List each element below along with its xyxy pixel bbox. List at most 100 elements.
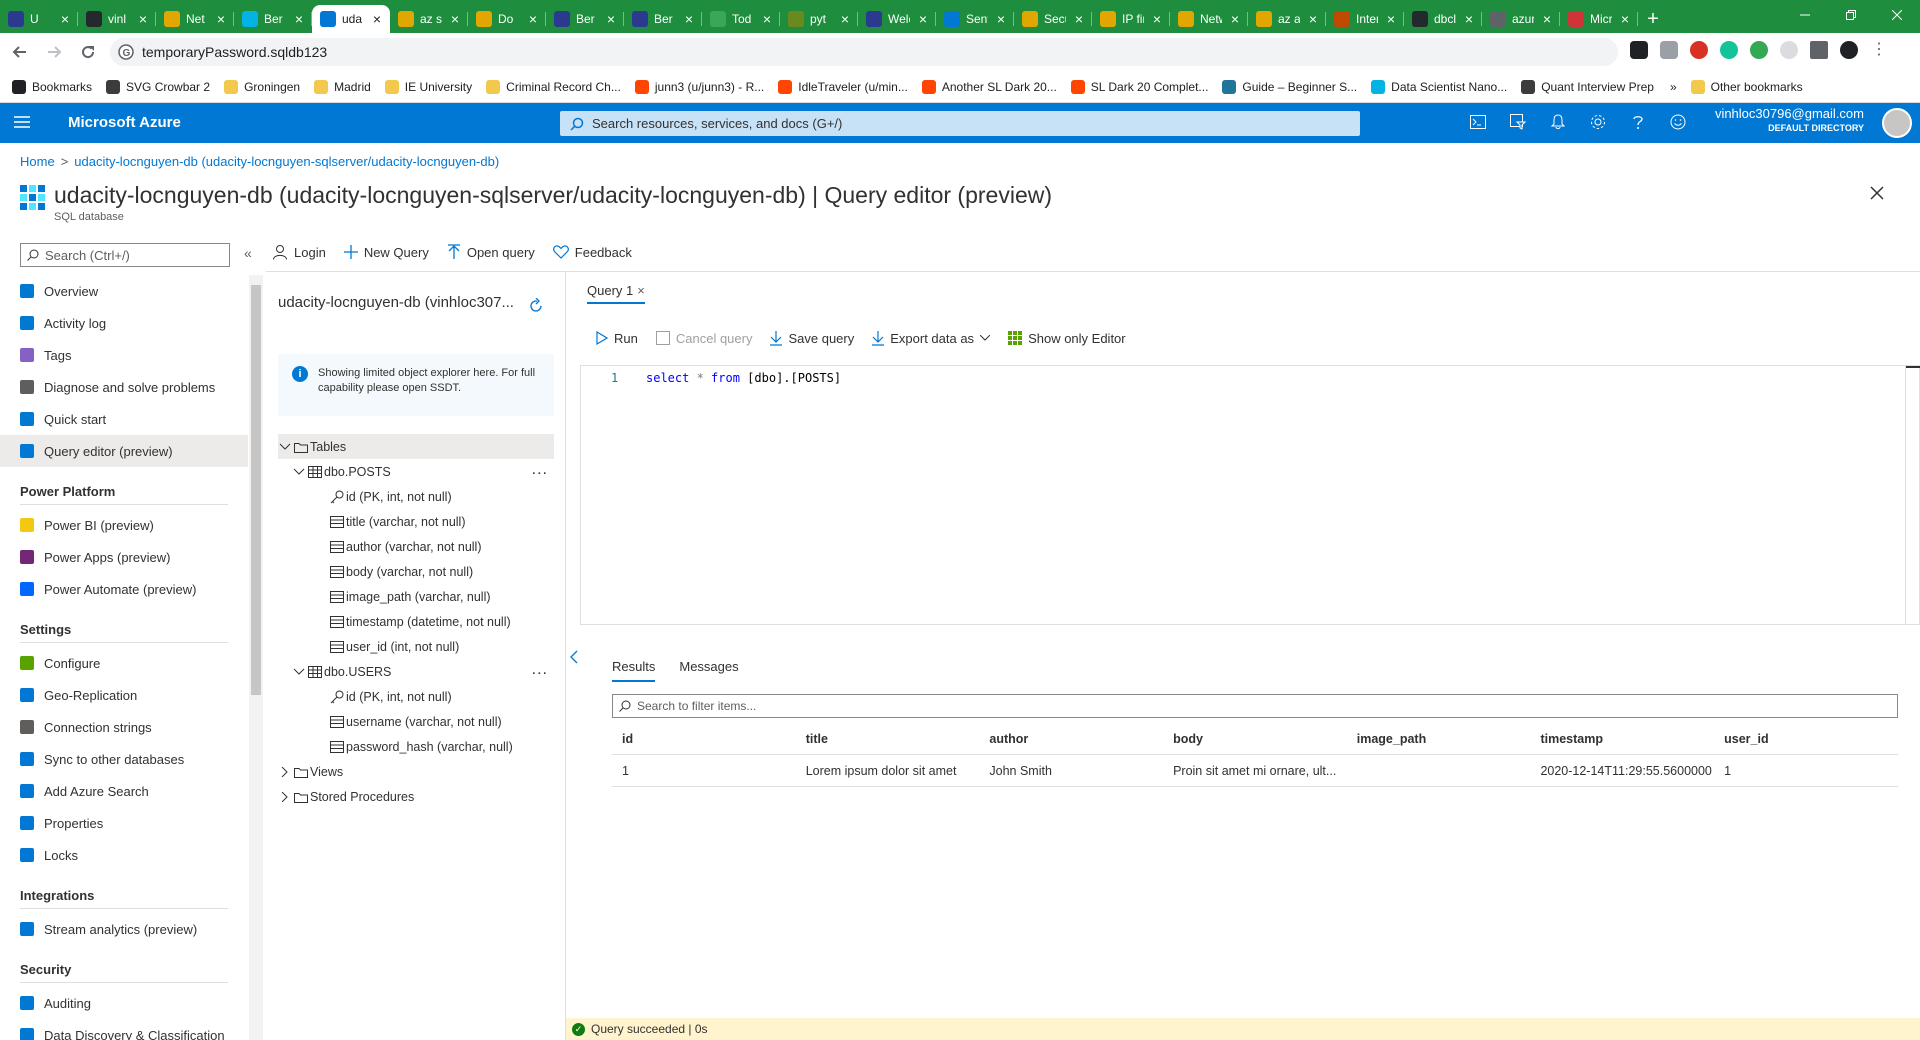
new-query-button[interactable]: New Query: [343, 245, 429, 260]
close-blade-icon[interactable]: [1870, 186, 1884, 200]
bookmark-item[interactable]: Guide – Beginner S...: [1222, 79, 1357, 94]
menu-item[interactable]: Query editor (preview): [0, 435, 248, 467]
close-tab-icon[interactable]: ×: [1228, 11, 1242, 27]
tree-node[interactable]: author (varchar, not null): [278, 534, 554, 559]
reload-icon[interactable]: [74, 38, 102, 66]
breadcrumb-home[interactable]: Home: [20, 154, 55, 169]
close-tab-icon[interactable]: ×: [994, 11, 1008, 27]
browser-tab[interactable]: Net ×: [156, 5, 234, 33]
column-header[interactable]: body: [1163, 732, 1347, 746]
bookmark-item[interactable]: Madrid: [314, 79, 371, 94]
bookmark-item[interactable]: junn3 (u/junn3) - R...: [634, 79, 764, 94]
menu-item[interactable]: Quick start: [0, 403, 248, 435]
menu-item[interactable]: Stream analytics (preview): [0, 913, 248, 945]
tab-query-1[interactable]: Query 1 ×: [587, 283, 645, 304]
tab-messages[interactable]: Messages: [679, 659, 738, 682]
browser-tab[interactable]: Sent Ma ×: [936, 5, 1014, 33]
table-cell[interactable]: 1: [1714, 764, 1898, 778]
close-tab-icon[interactable]: ×: [526, 11, 540, 27]
close-tab-icon[interactable]: ×: [136, 11, 150, 27]
table-cell[interactable]: Lorem ipsum dolor sit amet: [796, 764, 980, 778]
profile-icon[interactable]: [1840, 41, 1858, 59]
menu-item[interactable]: Power Apps (preview): [0, 541, 248, 573]
menu-item[interactable]: Activity log: [0, 307, 248, 339]
close-tab-icon[interactable]: ×: [214, 11, 228, 27]
other-bookmarks[interactable]: Other bookmarks: [1690, 79, 1803, 94]
browser-tab[interactable]: Tod ×: [702, 5, 780, 33]
bookmark-item[interactable]: Bookmarks: [12, 79, 92, 94]
close-tab-icon[interactable]: ×: [1306, 11, 1320, 27]
feedback-button[interactable]: Feedback: [552, 245, 632, 260]
menu-item[interactable]: Power BI (preview): [0, 509, 248, 541]
menu-item[interactable]: Overview: [0, 275, 248, 307]
azure-brand[interactable]: Microsoft Azure: [68, 114, 181, 131]
tree-node[interactable]: id (PK, int, not null): [278, 684, 554, 709]
close-tab-icon[interactable]: ×: [292, 11, 306, 27]
settings-gear-icon[interactable]: [1588, 112, 1608, 132]
cancel-query-button[interactable]: Cancel query: [655, 331, 752, 346]
notion-extension-icon[interactable]: [1630, 41, 1648, 59]
table-cell[interactable]: Proin sit amet mi ornare, ult...: [1163, 764, 1347, 778]
close-window-icon[interactable]: [1874, 0, 1920, 30]
close-tab-icon[interactable]: ×: [1150, 11, 1164, 27]
chevron-down-icon[interactable]: [292, 467, 306, 477]
export-data-button[interactable]: Export data as: [872, 330, 991, 346]
help-icon[interactable]: [1628, 112, 1648, 132]
results-filter-input[interactable]: Search to filter items...: [612, 694, 1898, 718]
bookmark-item[interactable]: Another SL Dark 20...: [921, 79, 1057, 94]
browser-tab[interactable]: Ber ×: [624, 5, 702, 33]
browser-tab[interactable]: az acco ×: [1248, 5, 1326, 33]
menu-item[interactable]: Tags: [0, 339, 248, 371]
column-header[interactable]: title: [796, 732, 980, 746]
account-info[interactable]: vinhloc30796@gmail.com DEFAULT DIRECTORY: [1715, 107, 1864, 135]
close-tab-icon[interactable]: ×: [1384, 11, 1398, 27]
run-button[interactable]: Run: [596, 331, 638, 346]
menu-search-input[interactable]: Search (Ctrl+/): [20, 243, 230, 267]
chevron-down-icon[interactable]: [278, 442, 292, 452]
bell-icon[interactable]: [1548, 112, 1568, 132]
tree-node[interactable]: id (PK, int, not null): [278, 484, 554, 509]
open-query-button[interactable]: Open query: [447, 244, 535, 260]
minimize-icon[interactable]: [1782, 0, 1828, 30]
menu-item[interactable]: Configure: [0, 647, 248, 679]
chevron-down-icon[interactable]: [292, 667, 306, 677]
directory-filter-icon[interactable]: [1508, 112, 1528, 132]
menu-scrollbar[interactable]: [249, 275, 263, 1040]
browser-tab[interactable]: azure sc ×: [1482, 5, 1560, 33]
browser-tab[interactable]: Interact ×: [1326, 5, 1404, 33]
close-tab-icon[interactable]: ×: [1072, 11, 1086, 27]
column-header[interactable]: id: [612, 732, 796, 746]
adblock-icon[interactable]: [1690, 41, 1708, 59]
tree-node[interactable]: password_hash (varchar, null): [278, 734, 554, 759]
close-tab-icon[interactable]: ×: [682, 11, 696, 27]
puzzle-icon[interactable]: [1810, 41, 1828, 59]
bookmark-item[interactable]: Data Scientist Nano...: [1371, 79, 1507, 94]
close-tab-icon[interactable]: ×: [760, 11, 774, 27]
browser-tab[interactable]: Secure ×: [1014, 5, 1092, 33]
bookmark-item[interactable]: SVG Crowbar 2: [106, 79, 210, 94]
menu-item[interactable]: Locks: [0, 839, 248, 871]
table-cell[interactable]: John Smith: [979, 764, 1163, 778]
chevron-right-icon[interactable]: [278, 791, 292, 802]
close-tab-icon[interactable]: ×: [448, 11, 462, 27]
collapse-explorer-icon[interactable]: [570, 650, 578, 664]
show-only-editor-button[interactable]: Show only Editor: [1008, 331, 1126, 346]
sql-editor[interactable]: 1 select * from [dbo].[POSTS]: [580, 365, 1920, 625]
tree-node[interactable]: body (varchar, not null): [278, 559, 554, 584]
browser-tab[interactable]: vinl ×: [78, 5, 156, 33]
menu-item[interactable]: Power Automate (preview): [0, 573, 248, 605]
tree-node[interactable]: dbo.POSTS...: [278, 459, 554, 484]
bookmark-item[interactable]: SL Dark 20 Complet...: [1070, 79, 1208, 94]
browser-tab[interactable]: uda ×: [312, 5, 390, 33]
browser-tab[interactable]: Microsc ×: [1560, 5, 1638, 33]
close-tab-icon[interactable]: ×: [838, 11, 852, 27]
tree-node[interactable]: Views: [278, 759, 554, 784]
menu-item[interactable]: Auditing: [0, 987, 248, 1019]
close-tab-icon[interactable]: ×: [1462, 11, 1476, 27]
save-query-button[interactable]: Save query: [770, 330, 854, 346]
extension-icon[interactable]: [1660, 41, 1678, 59]
tree-node[interactable]: title (varchar, not null): [278, 509, 554, 534]
table-row[interactable]: 1 Lorem ipsum dolor sit amet John Smith Pro…: [612, 755, 1898, 787]
table-cell[interactable]: 2020-12-14T11:29:55.5600000: [1530, 764, 1714, 778]
tree-node[interactable]: Stored Procedures: [278, 784, 554, 809]
